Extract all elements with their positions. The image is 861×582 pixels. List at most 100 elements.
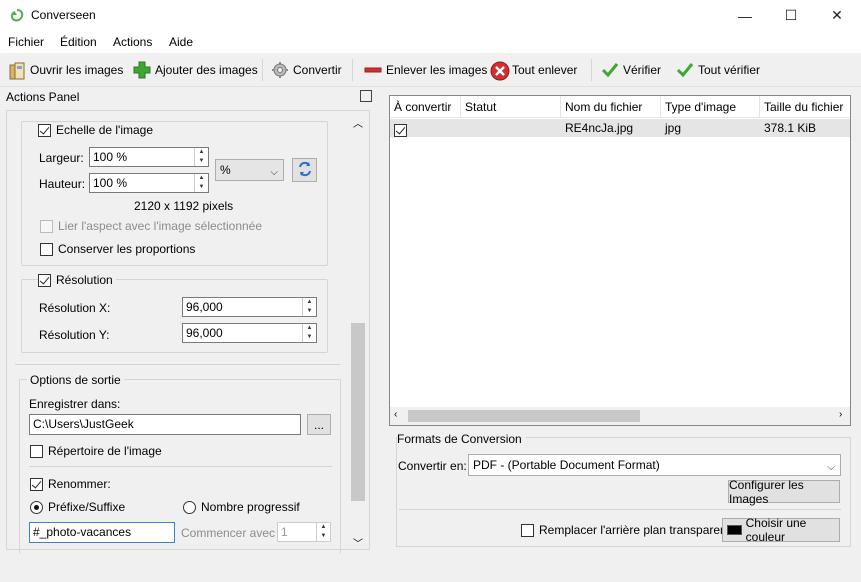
scale-checkbox[interactable] — [38, 123, 51, 137]
replace-bg-checkbox[interactable] — [521, 523, 534, 537]
scroll-up-icon[interactable]: ︿ — [353, 115, 363, 130]
progressive-option[interactable]: Nombre progressif — [183, 500, 300, 514]
scroll-left-icon[interactable]: ‹ — [394, 409, 397, 420]
check-button[interactable]: Vérifier — [601, 59, 661, 81]
remove-all-button[interactable]: Tout enlever — [490, 59, 577, 81]
converseen-logo-icon — [10, 9, 24, 23]
scale-toggle[interactable]: Echelle de l'image — [38, 123, 153, 137]
column-header-file-name[interactable]: Nom du fichier — [561, 96, 661, 118]
checkmark-icon — [676, 61, 694, 79]
replace-bg-label: Remplacer l'arrière plan transparent — [539, 523, 731, 537]
menu-actions[interactable]: Actions — [113, 35, 152, 49]
refresh-arrows-icon — [297, 161, 313, 180]
keep-proportions-toggle[interactable]: Conserver les proportions — [40, 242, 195, 256]
scrollbar-thumb[interactable] — [408, 410, 640, 422]
resolution-x-spinbox[interactable]: 96,000 ▲ ▼ — [182, 297, 317, 317]
remove-images-button[interactable]: Enlever les images — [364, 59, 487, 81]
table-row[interactable]: RE4ncJa.jpg jpg 378.1 KiB — [390, 119, 850, 138]
minus-icon — [364, 61, 382, 79]
choose-color-label: Choisir une couleur — [745, 516, 807, 544]
resolution-label: Résolution — [56, 273, 113, 287]
width-spinbox[interactable]: 100 % ▲ ▼ — [89, 147, 209, 167]
spin-down-icon[interactable]: ▼ — [195, 157, 208, 166]
formats-divider — [399, 509, 841, 510]
link-aspect-toggle[interactable]: Lier l'aspect avec l'image sélectionnée — [40, 219, 262, 233]
save-in-input[interactable]: C:\Users\JustGeek — [29, 414, 301, 435]
check-all-label: Tout vérifier — [698, 63, 761, 77]
browse-button[interactable]: ... — [307, 414, 331, 435]
file-name-cell: RE4ncJa.jpg — [565, 121, 634, 135]
resolution-checkbox[interactable] — [38, 273, 51, 287]
spin-up-icon[interactable]: ▲ — [303, 298, 316, 307]
panel-scrollbar[interactable]: ︿ ﹀ — [349, 111, 367, 550]
rename-toggle[interactable]: Renommer: — [30, 477, 111, 491]
minimize-button[interactable]: — — [722, 0, 768, 31]
menu-fichier[interactable]: Fichier — [8, 35, 44, 49]
keep-proportions-checkbox[interactable] — [40, 242, 53, 256]
scrollbar-thumb[interactable] — [351, 323, 365, 501]
menu-bar: Fichier Édition Actions Aide — [0, 31, 861, 53]
checkmark-icon — [601, 61, 619, 79]
progressive-label: Nombre progressif — [201, 500, 300, 514]
actions-panel: Echelle de l'image Largeur: 100 % ▲ ▼ Hau… — [6, 110, 370, 554]
to-convert-checkbox[interactable] — [394, 124, 407, 138]
column-header-file-size[interactable]: Taille du fichier — [760, 96, 850, 118]
prefix-suffix-label: Préfixe/Suffixe — [48, 500, 126, 514]
rename-pattern-input[interactable]: #_photo-vacances — [29, 522, 175, 543]
open-images-button[interactable]: Ouvrir les images — [8, 59, 123, 81]
resolution-x-value: 96,000 — [186, 300, 223, 314]
convert-button[interactable]: Convertir — [271, 59, 342, 81]
link-aspect-checkbox[interactable] — [40, 219, 53, 233]
scale-label: Echelle de l'image — [56, 123, 154, 137]
spin-down-icon[interactable]: ▼ — [317, 532, 330, 541]
menu-edition[interactable]: Édition — [60, 35, 97, 49]
minimize-icon: — — [738, 7, 752, 24]
prefix-suffix-radio[interactable] — [30, 500, 43, 514]
unit-select[interactable]: % ⌵ — [215, 159, 284, 181]
replace-bg-toggle[interactable]: Remplacer l'arrière plan transparent — [521, 523, 730, 537]
column-header-status[interactable]: Statut — [461, 96, 561, 118]
float-panel-icon[interactable] — [360, 90, 372, 102]
height-spinbox[interactable]: 100 % ▲ ▼ — [89, 173, 209, 193]
convert-label: Convertir — [293, 63, 342, 77]
actions-panel-header: Actions Panel — [0, 87, 380, 107]
spin-down-icon[interactable]: ▼ — [303, 307, 316, 316]
close-button[interactable]: ✕ — [814, 0, 860, 31]
choose-color-button[interactable]: Choisir une couleur — [722, 516, 840, 544]
color-swatch — [727, 525, 742, 535]
column-header-to-convert[interactable]: À convertir — [390, 96, 461, 118]
spin-down-icon[interactable]: ▼ — [303, 333, 316, 342]
table-horizontal-scrollbar[interactable]: ‹ › — [390, 407, 850, 425]
prefix-suffix-option[interactable]: Préfixe/Suffixe — [30, 500, 125, 514]
check-all-button[interactable]: Tout vérifier — [676, 59, 760, 81]
column-header-image-type[interactable]: Type d'image — [661, 96, 760, 118]
spin-down-icon[interactable]: ▼ — [195, 183, 208, 192]
resolution-toggle[interactable]: Résolution — [38, 273, 116, 287]
spin-up-icon[interactable]: ▲ — [195, 148, 208, 157]
image-dir-checkbox[interactable] — [30, 444, 43, 458]
panel-divider — [15, 364, 340, 365]
start-with-spinbox[interactable]: 1 ▲ ▼ — [277, 522, 331, 542]
configure-images-button[interactable]: Configurer les Images — [728, 478, 840, 506]
maximize-button[interactable]: ☐ — [768, 0, 814, 31]
scroll-right-icon[interactable]: › — [839, 409, 842, 420]
add-images-button[interactable]: Ajouter des images — [133, 59, 258, 81]
convert-to-select[interactable]: PDF - (Portable Document Format) ⌵ — [468, 454, 841, 476]
resolution-y-label: Résolution Y: — [39, 328, 110, 342]
spin-up-icon[interactable]: ▲ — [195, 174, 208, 183]
window-title: Converseen — [31, 8, 96, 22]
height-label: Hauteur: — [39, 177, 86, 191]
progressive-radio[interactable] — [183, 500, 196, 514]
check-label: Vérifier — [623, 63, 662, 77]
spin-up-icon[interactable]: ▲ — [317, 523, 330, 532]
menu-aide[interactable]: Aide — [169, 35, 193, 49]
swap-button[interactable] — [292, 158, 317, 182]
resolution-y-spinbox[interactable]: 96,000 ▲ ▼ — [182, 323, 317, 343]
browse-label: ... — [313, 417, 324, 432]
image-dir-toggle[interactable]: Répertoire de l'image — [30, 444, 162, 458]
rename-checkbox[interactable] — [30, 477, 43, 491]
scroll-down-icon[interactable]: ﹀ — [353, 535, 363, 550]
spin-up-icon[interactable]: ▲ — [303, 324, 316, 333]
close-icon: ✕ — [831, 7, 843, 23]
height-value: 100 % — [93, 176, 128, 190]
